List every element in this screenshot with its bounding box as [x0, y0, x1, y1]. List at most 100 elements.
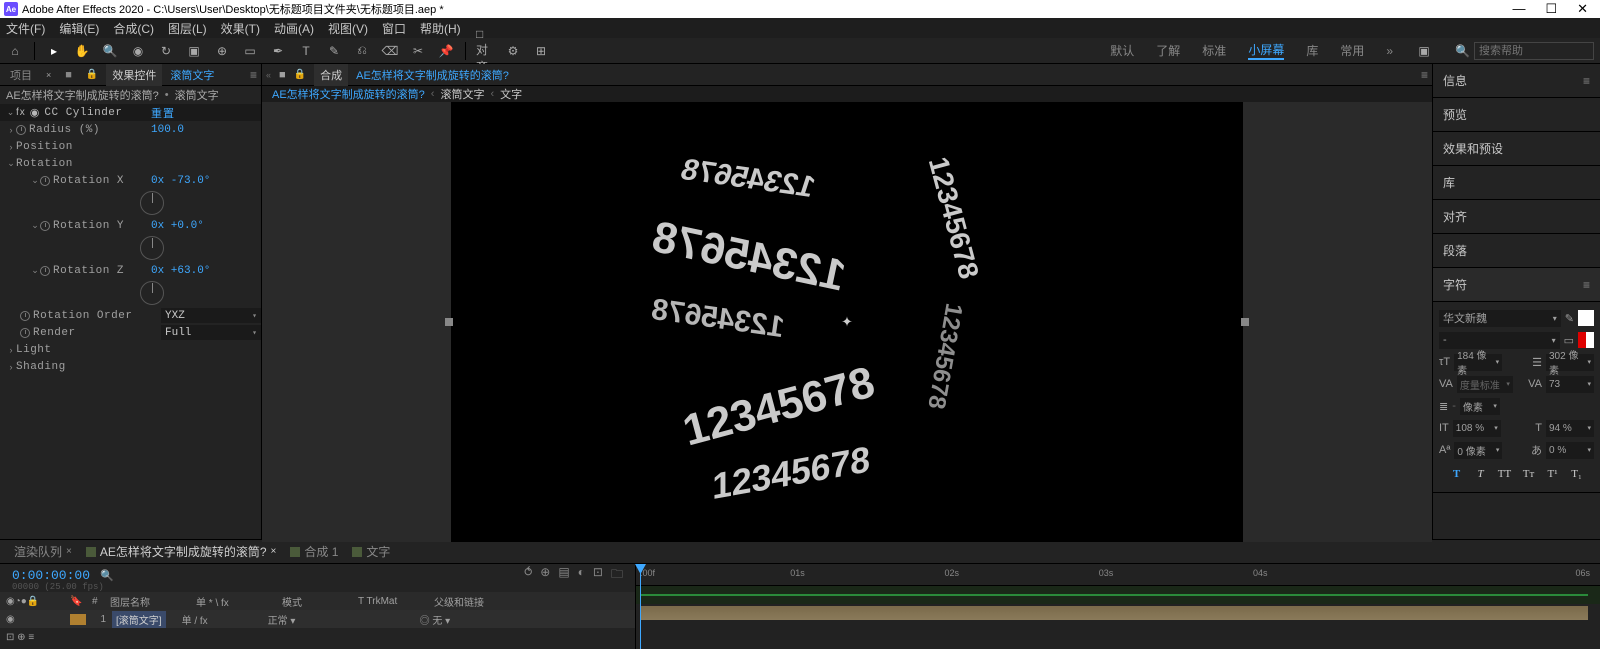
tsume-input[interactable]: 0 %: [1546, 442, 1594, 459]
close-tab-icon[interactable]: ×: [46, 70, 51, 80]
zoom-tool[interactable]: 🔍: [101, 42, 119, 60]
tl-icon-3[interactable]: ▤: [558, 565, 569, 586]
workspace-common[interactable]: 常用: [1340, 42, 1364, 59]
effect-visibility-icon[interactable]: ◉: [30, 106, 41, 119]
panel-character-header[interactable]: 字符≡: [1433, 268, 1600, 302]
chevron-down-icon[interactable]: ⌄: [6, 107, 16, 118]
tab-composition[interactable]: 合成: [314, 64, 348, 86]
lock-icon[interactable]: 🔒: [86, 69, 98, 80]
panel-align[interactable]: 对齐: [1433, 200, 1600, 234]
panel-menu-left[interactable]: ≡: [250, 68, 257, 82]
rotate-tool[interactable]: ↻: [157, 42, 175, 60]
selection-tool[interactable]: ▸: [45, 42, 63, 60]
tab-text[interactable]: 文字: [352, 543, 390, 560]
panel-info[interactable]: 信息≡: [1433, 64, 1600, 98]
minimize-button[interactable]: —: [1512, 1, 1525, 17]
roty-value[interactable]: 0x +0.0°: [151, 220, 261, 232]
menu-edit[interactable]: 编辑(E): [59, 20, 99, 37]
baseline-input[interactable]: 0 像素: [1454, 442, 1502, 459]
tab-effect-controls[interactable]: 效果控件: [106, 64, 162, 86]
puppet-tool[interactable]: 📌: [437, 42, 455, 60]
effect-controls-layer[interactable]: 滚筒文字: [170, 67, 214, 83]
stopwatch-icon[interactable]: [40, 176, 50, 186]
rotx-dial[interactable]: [140, 191, 164, 215]
composition-viewer[interactable]: ✦ 12345678 12345678 12345678 12345678 12…: [262, 102, 1432, 542]
faux-italic[interactable]: T: [1472, 466, 1490, 482]
rotx-value[interactable]: 0x -73.0°: [151, 175, 261, 187]
tl-icon-4[interactable]: ◐: [578, 565, 585, 586]
panel-menu-icon[interactable]: ≡: [1583, 74, 1590, 88]
tab-project[interactable]: 项目: [4, 64, 38, 86]
pan-behind-tool[interactable]: ⊕: [213, 42, 231, 60]
rotz-dial[interactable]: [140, 281, 164, 305]
roty-dial[interactable]: [140, 236, 164, 260]
panel-paragraph[interactable]: 段落: [1433, 234, 1600, 268]
radius-value[interactable]: 100.0: [151, 124, 261, 136]
snap-options-icon[interactable]: ⚙: [504, 42, 522, 60]
stopwatch-icon[interactable]: [20, 311, 30, 321]
menu-layer[interactable]: 图层(L): [168, 20, 207, 37]
hscale-input[interactable]: 94 %: [1546, 420, 1594, 437]
all-caps[interactable]: TT: [1496, 466, 1514, 482]
workspace-learn[interactable]: 了解: [1156, 42, 1180, 59]
tl-icon-1[interactable]: ⥀: [524, 565, 532, 586]
stopwatch-icon[interactable]: [40, 221, 50, 231]
handle-left[interactable]: [445, 318, 453, 326]
hand-tool[interactable]: ✋: [73, 42, 91, 60]
workspace-libraries[interactable]: 库: [1306, 42, 1318, 59]
tl-icon-5[interactable]: ⊡: [593, 565, 603, 586]
home-icon[interactable]: ⌂: [6, 42, 24, 60]
effect-name[interactable]: CC Cylinder: [44, 107, 122, 119]
fx-badge[interactable]: fx: [16, 107, 26, 118]
stopwatch-icon[interactable]: [40, 266, 50, 276]
workspace-standard[interactable]: 标准: [1202, 42, 1226, 59]
roto-tool[interactable]: ✂: [409, 42, 427, 60]
no-stroke-icon[interactable]: ▭: [1564, 334, 1574, 347]
workspace-overflow[interactable]: »: [1386, 44, 1393, 58]
menu-animation[interactable]: 动画(A): [274, 20, 314, 37]
handle-right[interactable]: [1241, 318, 1249, 326]
layer-row[interactable]: ◉ 1 [滚筒文字] 单 / fx 正常 ▾ ◎ 无 ▾: [0, 610, 635, 628]
superscript[interactable]: T¹: [1544, 466, 1562, 482]
panel-effects-presets[interactable]: 效果和预设: [1433, 132, 1600, 166]
panel-menu-center[interactable]: ≡: [1421, 68, 1428, 82]
tab-main-comp[interactable]: AE怎样将文字制成旋转的滚筒?×: [86, 543, 277, 560]
lock-icon[interactable]: 🔒: [294, 69, 306, 80]
stopwatch-icon[interactable]: [20, 328, 30, 338]
rot-order-select[interactable]: YXZ: [161, 308, 261, 323]
type-tool[interactable]: T: [297, 42, 315, 60]
toggle-switches-icon[interactable]: ⊡ ⊕ ≡: [6, 632, 34, 643]
layer-switches[interactable]: 单 / fx: [182, 612, 262, 627]
orbit-tool[interactable]: ◉: [129, 42, 147, 60]
menu-help[interactable]: 帮助(H): [420, 20, 461, 37]
comp-name-tab[interactable]: AE怎样将文字制成旋转的滚筒?: [356, 67, 509, 83]
close-button[interactable]: ✕: [1577, 1, 1588, 17]
tl-icon-2[interactable]: ⊕: [540, 565, 550, 586]
playhead[interactable]: [640, 564, 641, 649]
panel-menu-icon[interactable]: ≡: [1583, 278, 1590, 292]
eraser-tool[interactable]: ⌫: [381, 42, 399, 60]
layer-name[interactable]: [滚筒文字]: [112, 611, 166, 628]
snap-toggle[interactable]: □ 对齐: [476, 42, 494, 60]
small-caps[interactable]: Tᴛ: [1520, 466, 1538, 482]
chevron-down-icon[interactable]: ⌄: [6, 158, 16, 169]
maximize-button[interactable]: ☐: [1545, 1, 1557, 17]
stroke-unit[interactable]: 像素: [1460, 398, 1500, 415]
menu-view[interactable]: 视图(V): [328, 20, 368, 37]
tab-comp1[interactable]: 合成 1: [290, 543, 338, 560]
faux-bold[interactable]: T: [1448, 466, 1466, 482]
tracking-input[interactable]: 73: [1546, 376, 1594, 393]
effect-reset[interactable]: 重置: [151, 105, 261, 121]
shape-tool[interactable]: ▭: [241, 42, 259, 60]
search-input[interactable]: [1474, 42, 1594, 60]
layer-mode[interactable]: 正常 ▾: [268, 612, 338, 627]
eyedropper-icon[interactable]: ✎: [1565, 312, 1574, 325]
clone-tool[interactable]: ⎌: [353, 42, 371, 60]
workspace-small[interactable]: 小屏幕: [1248, 41, 1284, 60]
fill-color-swatch[interactable]: [1578, 310, 1594, 326]
brush-tool[interactable]: ✎: [325, 42, 343, 60]
workspace-default[interactable]: 默认: [1110, 42, 1134, 59]
font-size-input[interactable]: 184 像素: [1454, 354, 1502, 371]
menu-composition[interactable]: 合成(C): [113, 20, 154, 37]
render-select[interactable]: Full: [161, 325, 261, 340]
